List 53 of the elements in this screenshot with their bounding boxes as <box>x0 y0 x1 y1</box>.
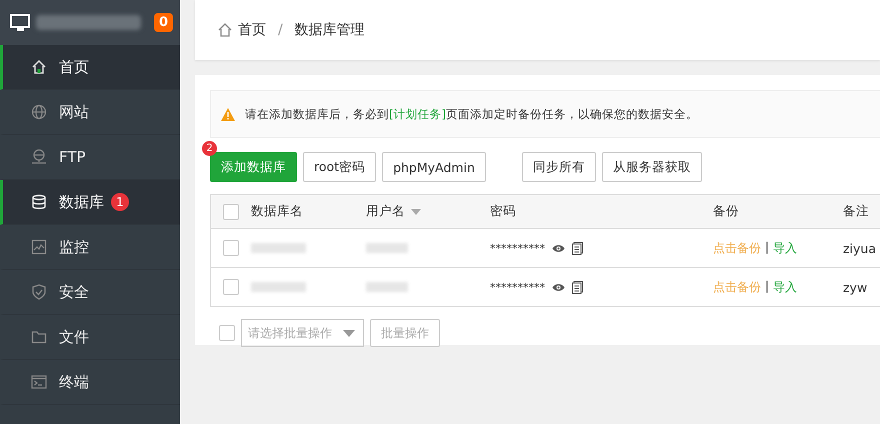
monitor-icon <box>10 14 32 32</box>
row-checkbox[interactable] <box>223 279 239 295</box>
breadcrumb-link[interactable]: 首页 <box>238 21 266 39</box>
toolbar-button[interactable]: 从服务器获取 <box>602 152 702 182</box>
link-separator: | <box>765 278 770 295</box>
blurred-name <box>251 242 306 252</box>
sidebar-item[interactable]: 安全 <box>0 270 180 315</box>
home-icon <box>218 23 232 37</box>
row-checkbox[interactable] <box>223 240 239 256</box>
table-cell-text: ziyua <box>843 240 878 256</box>
table-cell-text: zyw <box>843 280 868 294</box>
warning-icon <box>221 108 235 120</box>
sidebar-item[interactable]: 监控 <box>0 225 180 270</box>
eye-icon[interactable] <box>552 244 565 252</box>
notice-text: 请在添加数据库后，务必到[计划任务]页面添加定时备份任务，以确保您的数据安全。 <box>245 106 698 122</box>
step-marker: 2 <box>202 141 217 156</box>
toolbar-button[interactable]: root密码 <box>303 152 376 182</box>
sidebar-item[interactable]: 文件 <box>0 315 180 360</box>
column-header: 备注 <box>843 203 870 220</box>
folder-icon <box>31 329 47 345</box>
network-icon <box>31 149 47 165</box>
sort-icon <box>411 208 421 214</box>
caret-icon <box>343 330 355 336</box>
step-marker: 1 <box>111 193 129 211</box>
blurred-name <box>251 282 306 292</box>
masked-password: ********** <box>490 280 545 294</box>
database-icon <box>31 194 47 210</box>
column-header[interactable]: 用户名 <box>366 203 490 220</box>
sidebar-item[interactable]: 网站 <box>0 90 180 135</box>
home-icon <box>31 59 47 75</box>
toolbar-button[interactable]: phpMyAdmin <box>382 152 486 182</box>
chart-icon <box>31 239 47 255</box>
breadcrumb-current: 数据库管理 <box>294 21 365 39</box>
blurred-name <box>366 243 408 253</box>
column-header: 密码 <box>490 203 517 220</box>
link-separator: | <box>765 240 770 256</box>
column-header: 备份 <box>713 203 740 220</box>
shield-icon <box>31 284 47 300</box>
copy-icon[interactable] <box>572 280 583 294</box>
sidebar-item[interactable]: 数据库 1 <box>0 180 180 225</box>
select-all-checkbox[interactable] <box>223 204 239 220</box>
copy-icon[interactable] <box>572 242 583 254</box>
sidebar-item[interactable]: 终端 <box>0 360 180 405</box>
terminal-icon <box>31 374 47 390</box>
masked-password: ********** <box>490 242 545 254</box>
globe-icon <box>31 104 47 120</box>
eye-icon[interactable] <box>552 282 565 292</box>
batch-checkbox[interactable] <box>219 325 235 341</box>
column-header: 数据库名 <box>251 203 304 220</box>
sidebar-item[interactable]: 首页 <box>0 45 180 90</box>
toolbar-button[interactable]: 同步所有 <box>522 152 596 182</box>
breadcrumb-separator: / <box>278 22 283 38</box>
blurred-name <box>366 282 408 292</box>
